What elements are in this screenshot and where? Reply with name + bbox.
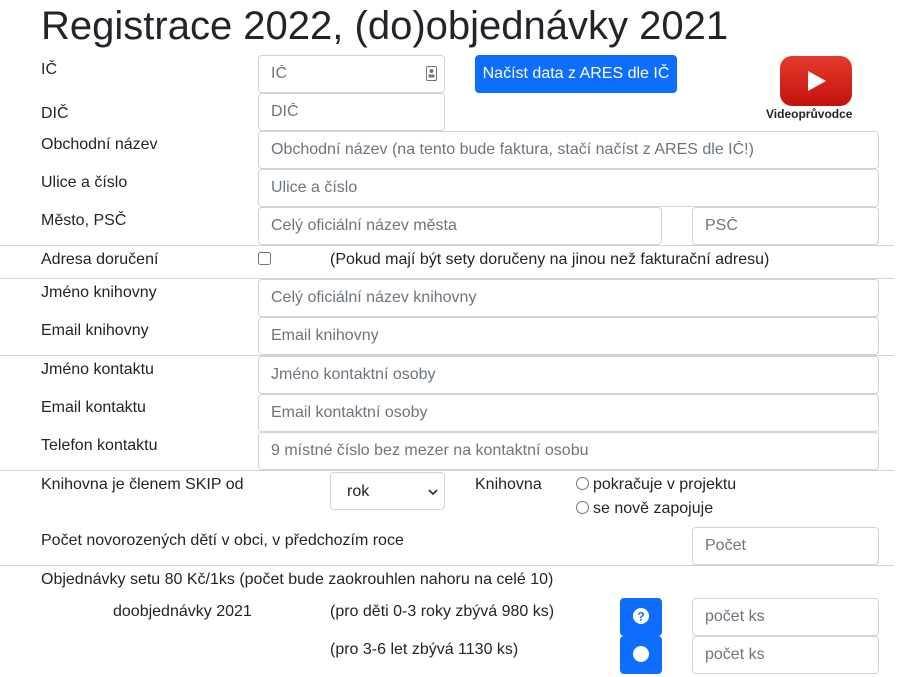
help-button[interactable]: ? bbox=[620, 598, 662, 636]
video-guide-label[interactable]: Videoprůvodce bbox=[766, 107, 852, 121]
contact-email-input[interactable] bbox=[258, 394, 879, 432]
section-divider bbox=[0, 470, 894, 471]
contact-card-icon bbox=[426, 66, 437, 86]
load-ares-button[interactable]: Načíst data z ARES dle IČ bbox=[475, 55, 677, 93]
skip-member-label: Knihovna je členem SKIP od bbox=[41, 476, 244, 493]
city-zip-label: Město, PSČ bbox=[41, 212, 127, 229]
page-title: Registrace 2022, (do)objednávky 2021 bbox=[41, 4, 729, 48]
radio-continues[interactable] bbox=[576, 477, 589, 490]
radio-continues-label: pokračuje v projektu bbox=[593, 476, 737, 493]
contact-phone-label: Telefon kontaktu bbox=[41, 437, 158, 454]
contact-name-input[interactable] bbox=[258, 356, 879, 394]
order-count-input[interactable] bbox=[692, 598, 879, 636]
reorder-label: doobjednávky 2021 bbox=[113, 603, 252, 620]
business-name-input[interactable] bbox=[258, 131, 879, 169]
skip-year-select[interactable]: rok bbox=[330, 472, 445, 510]
dic-label: DIČ bbox=[41, 105, 69, 122]
help-button[interactable] bbox=[620, 636, 662, 674]
contact-name-label: Jméno kontaktu bbox=[41, 361, 154, 378]
question-circle-icon: ? bbox=[633, 608, 649, 624]
contact-email-label: Email kontaktu bbox=[41, 399, 146, 416]
delivery-address-label: Adresa doručení bbox=[41, 251, 159, 268]
age-0-3-remaining: (pro děti 0-3 roky zbývá 980 ks) bbox=[330, 603, 555, 620]
section-divider bbox=[0, 565, 894, 566]
contact-phone-input[interactable] bbox=[258, 432, 879, 470]
delivery-address-note: (Pokud mají být sety doručeny na jinou n… bbox=[330, 251, 770, 268]
delivery-address-checkbox[interactable] bbox=[258, 252, 271, 265]
library-name-input[interactable] bbox=[258, 279, 879, 317]
city-input[interactable] bbox=[258, 207, 662, 245]
library-email-input[interactable] bbox=[258, 317, 879, 355]
svg-text:?: ? bbox=[637, 610, 644, 624]
radio-new-label: se nově zapojuje bbox=[593, 500, 714, 517]
ic-input[interactable] bbox=[258, 55, 445, 93]
orders-header: Objednávky setu 80 Kč/1ks (počet bude za… bbox=[41, 571, 554, 588]
age-3-6-remaining: (pro 3-6 let zbývá 1130 ks) bbox=[330, 641, 519, 658]
library-status-label: Knihovna bbox=[475, 476, 542, 493]
business-name-label: Obchodní název bbox=[41, 136, 158, 153]
youtube-play-icon[interactable] bbox=[780, 56, 852, 106]
street-input[interactable] bbox=[258, 169, 879, 207]
births-input[interactable] bbox=[692, 527, 879, 565]
radio-new[interactable] bbox=[576, 501, 589, 514]
zip-input[interactable] bbox=[692, 207, 879, 245]
ic-label: IČ bbox=[41, 61, 57, 78]
library-email-label: Email knihovny bbox=[41, 322, 149, 339]
question-circle-icon bbox=[633, 646, 649, 662]
births-label: Počet novorozených dětí v obci, v předch… bbox=[41, 532, 404, 549]
order-count-input[interactable] bbox=[692, 636, 879, 674]
dic-input[interactable] bbox=[258, 93, 445, 131]
library-name-label: Jméno knihovny bbox=[41, 284, 157, 301]
street-label: Ulice a číslo bbox=[41, 174, 128, 191]
section-divider bbox=[0, 245, 894, 246]
